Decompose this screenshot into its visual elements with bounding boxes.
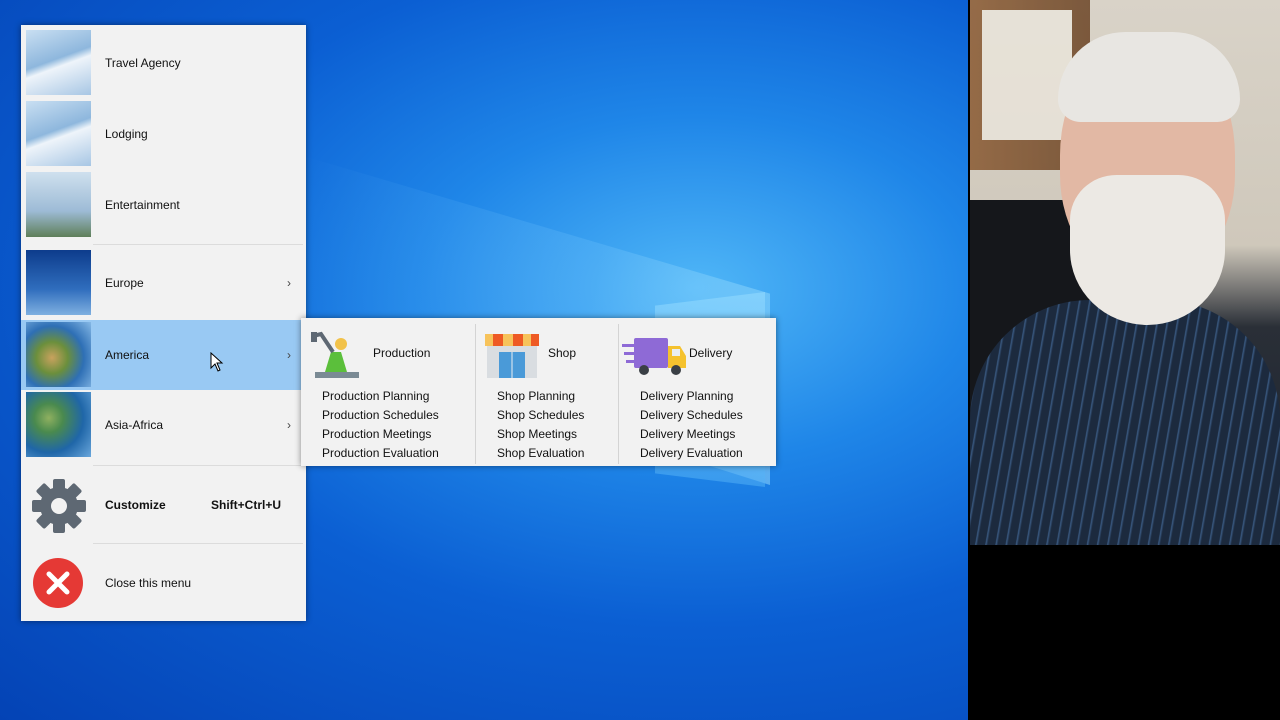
menu-item-label: Lodging: [105, 127, 148, 141]
america-thumbnail: [26, 322, 91, 387]
america-submenu: Production Production Planning Productio…: [301, 318, 776, 466]
tower-thumbnail: [26, 172, 91, 237]
asia-africa-thumbnail: [26, 392, 91, 457]
submenu-entry[interactable]: Production Evaluation: [322, 446, 439, 460]
presenter-shirt: [970, 300, 1280, 545]
menu-item-label: America: [105, 348, 150, 362]
europe-thumbnail: [26, 250, 91, 315]
shop-header[interactable]: Shop: [483, 330, 576, 380]
submenu-entry[interactable]: Production Schedules: [322, 408, 439, 422]
keyboard-shortcut: Shift+Ctrl+U: [211, 498, 282, 512]
production-header[interactable]: Production: [311, 330, 430, 380]
submenu-entry[interactable]: Delivery Planning: [640, 389, 733, 403]
presenter-hair: [1058, 32, 1240, 122]
popup-menu: Travel Agency Lodging Entertainment Euro…: [21, 25, 306, 621]
chevron-right-icon: ›: [287, 276, 291, 290]
menu-item-lodging[interactable]: Lodging: [21, 101, 306, 167]
menu-item-america[interactable]: America ›: [21, 320, 306, 390]
menu-item-label: Entertainment: [105, 198, 180, 212]
chevron-right-icon: ›: [287, 418, 291, 432]
customize-label: Customize: [105, 498, 166, 512]
submenu-entry[interactable]: Delivery Schedules: [640, 408, 743, 422]
menu-item-customize[interactable]: Customize Shift+Ctrl+U: [21, 472, 306, 538]
menu-separator: [93, 465, 303, 466]
submenu-column-shop: Shop Shop Planning Shop Schedules Shop M…: [476, 318, 618, 466]
menu-item-entertainment[interactable]: Entertainment: [21, 172, 306, 238]
menu-item-europe[interactable]: Europe ›: [21, 250, 306, 316]
submenu-entry[interactable]: Shop Planning: [497, 389, 575, 403]
menu-item-asia-africa[interactable]: Asia-Africa ›: [21, 392, 306, 458]
close-icon: [33, 558, 83, 608]
submenu-entry[interactable]: Shop Evaluation: [497, 446, 584, 460]
submenu-entry[interactable]: Delivery Evaluation: [640, 446, 743, 460]
shop-icon: [485, 334, 539, 378]
delivery-truck-icon: [622, 338, 686, 375]
gear-icon: [32, 479, 86, 533]
menu-item-close[interactable]: Close this menu: [21, 550, 306, 616]
menu-item-travel-agency[interactable]: Travel Agency: [21, 30, 306, 96]
tower-thumbnail: [26, 30, 91, 95]
menu-separator: [93, 244, 303, 245]
black-area: [970, 545, 1280, 720]
mouse-cursor-icon: [210, 352, 224, 372]
delivery-title: Delivery: [689, 346, 733, 360]
close-menu-label: Close this menu: [105, 576, 192, 590]
submenu-column-delivery: Delivery Delivery Planning Delivery Sche…: [619, 318, 776, 466]
menu-item-label: Asia-Africa: [105, 418, 164, 432]
delivery-header[interactable]: Delivery: [622, 330, 732, 380]
submenu-entry[interactable]: Production Meetings: [322, 427, 431, 441]
shop-title: Shop: [548, 346, 577, 360]
submenu-entry[interactable]: Shop Meetings: [497, 427, 577, 441]
submenu-entry[interactable]: Shop Schedules: [497, 408, 584, 422]
submenu-entry[interactable]: Production Planning: [322, 389, 429, 403]
production-title: Production: [373, 346, 431, 360]
webcam-overlay: [970, 0, 1280, 545]
submenu-entry[interactable]: Delivery Meetings: [640, 427, 735, 441]
menu-item-label: Travel Agency: [105, 56, 181, 70]
menu-item-label: Europe: [105, 276, 144, 290]
tower-thumbnail: [26, 101, 91, 166]
menu-separator: [93, 543, 303, 544]
presenter-beard: [1070, 175, 1225, 325]
chevron-right-icon: ›: [287, 348, 291, 362]
submenu-column-production: Production Production Planning Productio…: [301, 318, 475, 466]
production-icon: [311, 331, 359, 378]
